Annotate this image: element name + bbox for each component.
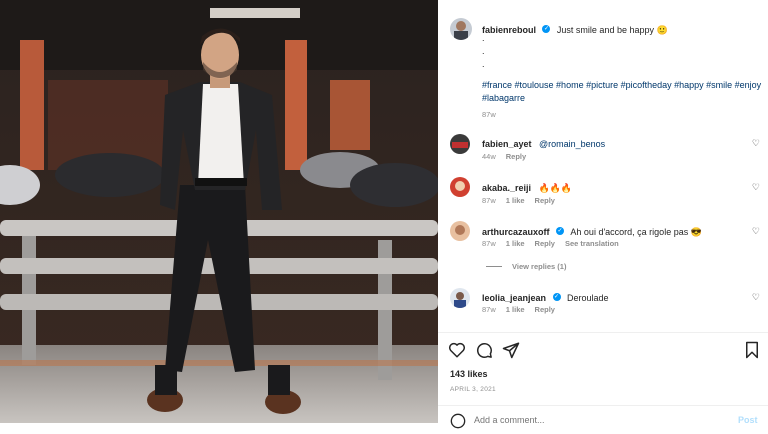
comment-meta: 87w 1 like Reply	[482, 196, 555, 205]
comment-age: 44w	[482, 152, 496, 161]
post-date: APRIL 3, 2021	[450, 386, 496, 393]
comment-username[interactable]: fabien_ayet	[482, 139, 532, 149]
comment-meta: 87w 1 like Reply See translation	[482, 239, 619, 248]
caption-text: Just smile and be happy 🙂	[556, 25, 668, 35]
comment-age: 87w	[482, 196, 496, 205]
comment-age: 87w	[482, 305, 496, 314]
comment-username[interactable]: arthurcazauxoff	[482, 227, 550, 237]
avatar[interactable]	[450, 134, 470, 154]
see-translation-button[interactable]: See translation	[565, 239, 619, 248]
caption: fabienreboul ✓ Just smile and be happy 🙂	[482, 20, 758, 38]
reply-button[interactable]: Reply	[535, 196, 555, 205]
divider	[438, 405, 768, 406]
comment-row: arthurcazauxoff ✓ Ah oui d'accord, ça ri…	[482, 222, 702, 240]
reply-button[interactable]: Reply	[506, 152, 526, 161]
reply-button[interactable]: Reply	[535, 305, 555, 314]
comment-text: Ah oui d'accord, ça rigole pas 😎	[570, 227, 702, 237]
verified-badge-icon: ✓	[555, 226, 564, 235]
add-comment-input[interactable]	[474, 413, 714, 427]
view-replies-button[interactable]: View replies (1)	[512, 262, 566, 271]
comment-likes[interactable]: 1 like	[506, 196, 525, 205]
caption-hashtags[interactable]: #france #toulouse #home #picture #picoft…	[482, 79, 762, 105]
emoji-icon[interactable]	[450, 413, 466, 434]
heart-icon[interactable]: ♡	[752, 138, 760, 149]
caption-username[interactable]: fabienreboul	[482, 25, 536, 35]
post-panel: fabienreboul ✓ Just smile and be happy 🙂…	[438, 0, 768, 429]
post-photo[interactable]	[0, 0, 438, 423]
comment-likes[interactable]: 1 like	[506, 239, 525, 248]
heart-icon[interactable]: ♡	[752, 182, 760, 193]
verified-badge-icon: ✓	[552, 292, 561, 301]
comment-row: fabien_ayet @romain_benos	[482, 134, 605, 152]
bookmark-icon[interactable]	[744, 341, 760, 364]
comment-icon[interactable]	[475, 341, 493, 364]
avatar[interactable]	[450, 18, 472, 40]
reply-button[interactable]: Reply	[535, 239, 555, 248]
comment-row: akaba._reiji 🔥🔥🔥	[482, 178, 572, 196]
heart-icon[interactable]: ♡	[752, 226, 760, 237]
comment-username[interactable]: leolia_jeanjean	[482, 293, 546, 303]
post-button[interactable]: Post	[738, 415, 758, 425]
caption-age: 87w	[482, 110, 496, 119]
caption-dot: .	[482, 46, 485, 56]
caption-dot: .	[482, 33, 485, 43]
comment-likes[interactable]: 1 like	[506, 305, 525, 314]
heart-icon[interactable]: ♡	[752, 292, 760, 303]
comment-username[interactable]: akaba._reiji	[482, 183, 531, 193]
comment-text: 🔥🔥🔥	[538, 183, 573, 193]
divider	[438, 332, 768, 333]
comment-age: 87w	[482, 239, 496, 248]
avatar[interactable]	[450, 288, 470, 308]
avatar[interactable]	[450, 177, 470, 197]
avatar[interactable]	[450, 221, 470, 241]
comment-row: leolia_jeanjean ✓ Deroulade	[482, 288, 608, 306]
comment-meta: 44w Reply	[482, 152, 526, 161]
divider	[486, 266, 502, 267]
share-icon[interactable]	[502, 341, 520, 364]
comment-meta: 87w 1 like Reply	[482, 305, 555, 314]
comment-text[interactable]: @romain_benos	[539, 139, 605, 149]
likes-count[interactable]: 143 likes	[450, 369, 488, 379]
heart-icon[interactable]	[448, 341, 466, 364]
comment-text: Deroulade	[566, 293, 609, 303]
caption-dot: .	[482, 59, 485, 69]
verified-badge-icon: ✓	[542, 24, 551, 33]
